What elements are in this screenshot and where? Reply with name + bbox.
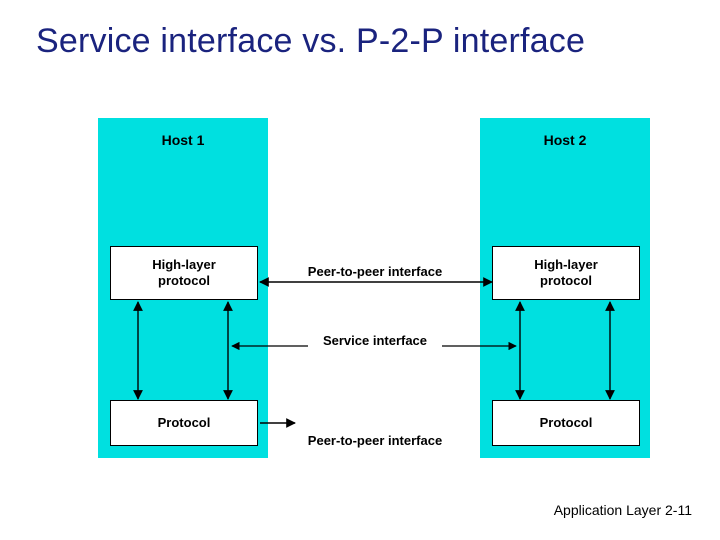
p2p-label-bottom: Peer-to-peer interface [270,433,480,448]
slide-title: Service interface vs. P-2-P interface [36,22,585,61]
high-layer-line1: High-layer [111,257,257,273]
footer: Application Layer 2-11 [554,502,692,518]
host-2-protocol-box: Protocol [492,400,640,446]
footer-page: 2-11 [665,502,692,518]
high-layer-line2: protocol [111,273,257,289]
host-2-label: Host 2 [480,132,650,148]
protocol-label-r: Protocol [493,415,639,431]
protocol-label: Protocol [111,415,257,431]
host-2-panel: Host 2 High-layer protocol Protocol [480,118,650,458]
service-label: Service interface [300,333,450,348]
high-layer-line1-r: High-layer [493,257,639,273]
host-1-protocol-box: Protocol [110,400,258,446]
footer-section: Application Layer [554,502,661,518]
p2p-label-top: Peer-to-peer interface [270,264,480,279]
host-1-label: Host 1 [98,132,268,148]
high-layer-line2-r: protocol [493,273,639,289]
host-2-high-layer-box: High-layer protocol [492,246,640,300]
host-1-panel: Host 1 High-layer protocol Protocol [98,118,268,458]
host-1-high-layer-box: High-layer protocol [110,246,258,300]
